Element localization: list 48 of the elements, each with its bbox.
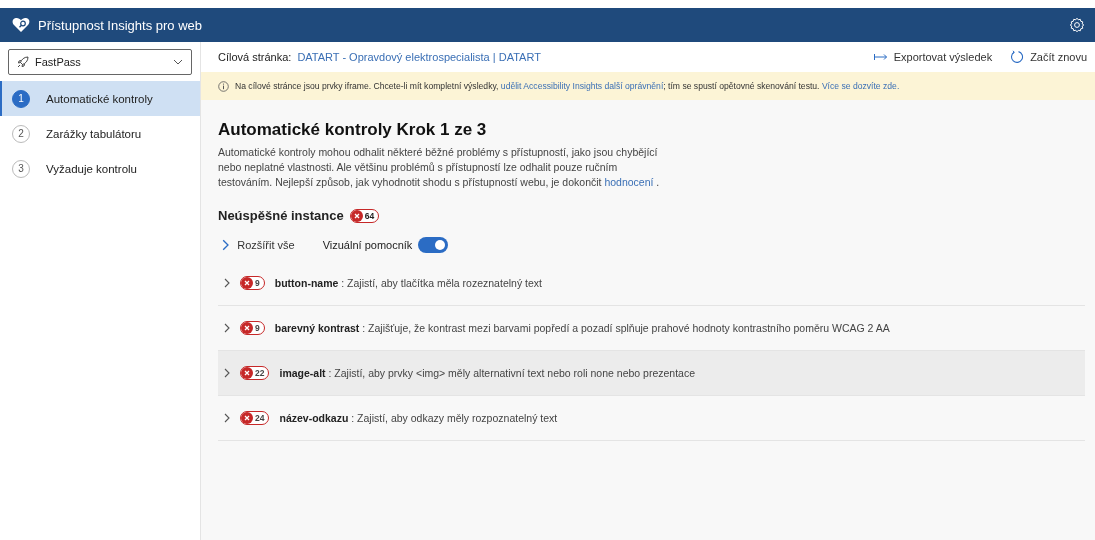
heart-logo-icon xyxy=(12,17,30,33)
restart-button[interactable]: Začít znovu xyxy=(1010,50,1087,64)
nav-label: Zarážky tabulátoru xyxy=(46,127,142,140)
chevron-down-icon xyxy=(173,59,183,65)
step-number: 1 xyxy=(12,89,30,108)
page-heading: Automatické kontroly Krok 1 ze 3 xyxy=(218,120,488,140)
rule-text: image-alt : Zajistí, aby prvky <img> měly alternativní text nebo roli none nebo prezentace xyxy=(279,367,696,379)
description-paragraph: Automatické kontroly mohou odhalit některé běžné problémy s přístupností, jako jsou chybějící nebo neplatné vlastnosti. Ale většinu problémů s přístupností lze odhalit pouze ručním testováním. Nejlepší způsob, jak vyhodnotit shodu s přístupností webu, je dokončit hodnocení . xyxy=(218,145,661,190)
rule-text: barevný kontrast : Zajišťuje, že kontrast mezi barvami popředí a pozadí splňuje prahové hodnoty kontrastního poměru WCAG 2 AA xyxy=(274,322,890,334)
failure-count-badge: 9 xyxy=(240,276,265,290)
visual-helper-label: Vizuální pomocník xyxy=(322,239,413,251)
visual-helper-toggle[interactable] xyxy=(418,237,449,253)
failed-instances-heading: Neúspěšné instance xyxy=(218,208,344,223)
chevron-right-icon xyxy=(224,323,230,333)
step-number: 2 xyxy=(12,124,30,143)
nav-item[interactable]: 3 Vyžaduje kontrolu xyxy=(0,151,200,186)
export-arrow-icon xyxy=(873,53,888,61)
refresh-icon xyxy=(1010,50,1025,64)
rule-row[interactable]: 9 button-name : Zajistí, aby tlačítka měla rozeznatelný text xyxy=(218,261,1085,306)
info-icon xyxy=(218,80,229,92)
app-title: Přístupnost Insights pro web xyxy=(38,17,204,33)
expand-all-button[interactable]: Rozšířit vše xyxy=(218,239,295,251)
chevron-right-icon xyxy=(224,368,230,378)
failure-count-badge: 22 xyxy=(240,366,270,380)
rocket-icon xyxy=(17,56,29,68)
rule-text: button-name : Zajistí, aby tlačítka měla rozeznatelný text xyxy=(274,277,542,289)
iframe-notice: Na cílové stránce jsou prvky iframe. Chcete-li mít kompletní výsledky, udělit Accessibility Insights další oprávnění; tím se spustí opětovné skenování testu. Více se dozvíte zde. xyxy=(235,81,900,91)
rule-row[interactable]: 24 název-odkazu : Zajistí, aby odkazy měly rozpoznatelný text xyxy=(218,396,1085,441)
nav-label: Vyžaduje kontrolu xyxy=(46,162,137,175)
failure-count-badge: 24 xyxy=(240,411,270,425)
assessment-link[interactable]: hodnocení xyxy=(604,176,654,188)
chevron-right-icon xyxy=(222,239,230,251)
banner-link[interactable]: Více se dozvíte zde. xyxy=(821,81,900,91)
nav-item[interactable]: 2 Zarážky tabulátoru xyxy=(0,116,200,151)
rule-row[interactable]: 22 image-alt : Zajistí, aby prvky <img> měly alternativní text nebo roli none nebo prezentace xyxy=(218,351,1085,396)
rule-text: název-odkazu : Zajistí, aby odkazy měly rozpoznatelný text xyxy=(279,412,558,424)
nav-label: Automatické kontroly xyxy=(46,92,153,105)
failure-count-badge: 9 xyxy=(240,321,265,335)
export-button[interactable]: Exportovat výsledek xyxy=(873,51,993,63)
nav-item[interactable]: 1 Automatické kontroly xyxy=(0,81,200,116)
settings-icon[interactable] xyxy=(1069,17,1085,33)
chevron-right-icon xyxy=(224,413,230,423)
target-page-link[interactable]: DATART - Opravdový elektrospecialista | DATART xyxy=(297,51,541,63)
chevron-right-icon xyxy=(224,278,230,288)
mode-dropdown[interactable]: FastPass xyxy=(8,49,192,75)
step-number: 3 xyxy=(12,159,30,178)
target-label: Cílová stránka: xyxy=(218,51,292,63)
failure-count-badge: 64 xyxy=(349,208,380,223)
